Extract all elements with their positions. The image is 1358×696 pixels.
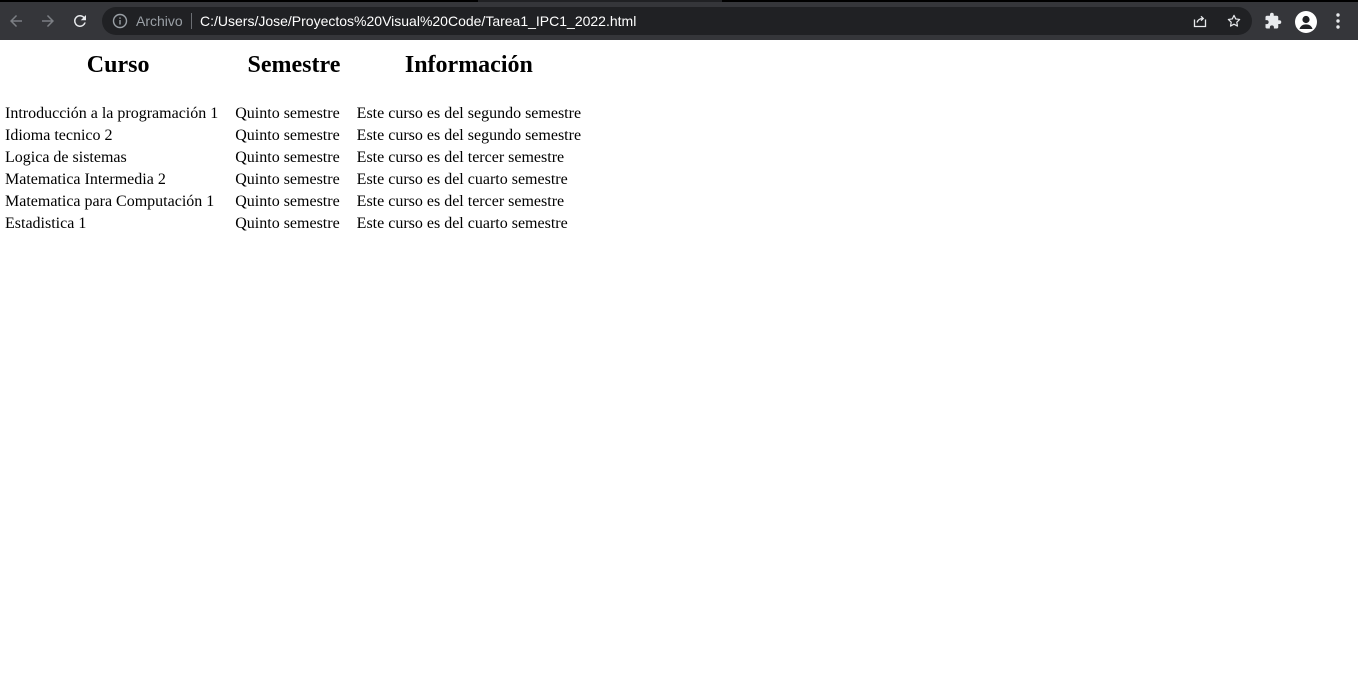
address-bar[interactable]: Archivo C:/Users/Jose/Proyectos%20Visual… — [102, 7, 1252, 35]
header-informacion: Información — [404, 52, 533, 78]
semester-cell: Quinto semestre — [235, 193, 340, 210]
semester-cell: Quinto semestre — [235, 171, 340, 188]
semester-cell: Quinto semestre — [235, 149, 340, 166]
info-cell: Este curso es del tercer semestre — [356, 193, 565, 210]
person-icon — [1299, 15, 1313, 29]
course-name-cell: Estadistica 1 — [5, 215, 87, 232]
table-row: Introducción a la programación 1 Quinto … — [4, 104, 582, 124]
arrow-left-icon — [10, 15, 22, 27]
info-cell: Este curso es del segundo semestre — [356, 105, 582, 122]
table-row: Logica de sistemas Quinto semestre Este … — [4, 148, 582, 168]
avatar-icon[interactable] — [1295, 11, 1317, 33]
share-icon[interactable] — [1192, 13, 1208, 29]
star-icon[interactable] — [1226, 13, 1242, 29]
url-text[interactable]: C:/Users/Jose/Proyectos%20Visual%20Code/… — [200, 13, 636, 29]
courses-table: Curso Semestre Información Introducción … — [2, 48, 584, 236]
scheme-label: Archivo — [136, 13, 183, 29]
reload-button[interactable] — [66, 7, 94, 35]
omnibox-divider — [191, 13, 192, 29]
reload-icon — [73, 14, 86, 27]
course-name-cell: Introducción a la programación 1 — [5, 105, 219, 122]
browser-toolbar: Archivo C:/Users/Jose/Proyectos%20Visual… — [0, 2, 1358, 40]
table-row: Idioma tecnico 2 Quinto semestre Este cu… — [4, 126, 582, 146]
semester-cell: Quinto semestre — [235, 215, 340, 232]
header-semestre: Semestre — [247, 52, 341, 78]
course-name-cell: Idioma tecnico 2 — [5, 127, 113, 144]
forward-button[interactable] — [34, 7, 62, 35]
info-cell: Este curso es del cuarto semestre — [356, 171, 568, 188]
table-row: Matematica Intermedia 2 Quinto semestre … — [4, 170, 582, 190]
course-name-cell: Logica de sistemas — [5, 149, 127, 166]
page-content: Curso Semestre Información Introducción … — [0, 40, 1358, 696]
semester-cell: Quinto semestre — [235, 105, 340, 122]
course-name-cell: Matematica para Computación 1 — [5, 193, 215, 210]
back-button[interactable] — [2, 7, 30, 35]
semester-cell: Quinto semestre — [235, 127, 340, 144]
info-icon[interactable] — [112, 13, 128, 29]
arrow-right-icon — [42, 15, 54, 27]
table-row: Matematica para Computación 1 Quinto sem… — [4, 192, 582, 212]
course-name-cell: Matematica Intermedia 2 — [5, 171, 166, 188]
table-row: Estadistica 1 Quinto semestre Este curso… — [4, 214, 582, 234]
info-cell: Este curso es del tercer semestre — [356, 149, 565, 166]
table-header-row: Curso Semestre Información — [4, 50, 582, 102]
info-cell: Este curso es del segundo semestre — [356, 127, 582, 144]
info-cell: Este curso es del cuarto semestre — [356, 215, 568, 232]
kebab-menu-icon[interactable] — [1332, 12, 1344, 30]
puzzle-icon[interactable] — [1264, 12, 1282, 30]
header-curso: Curso — [86, 52, 150, 78]
